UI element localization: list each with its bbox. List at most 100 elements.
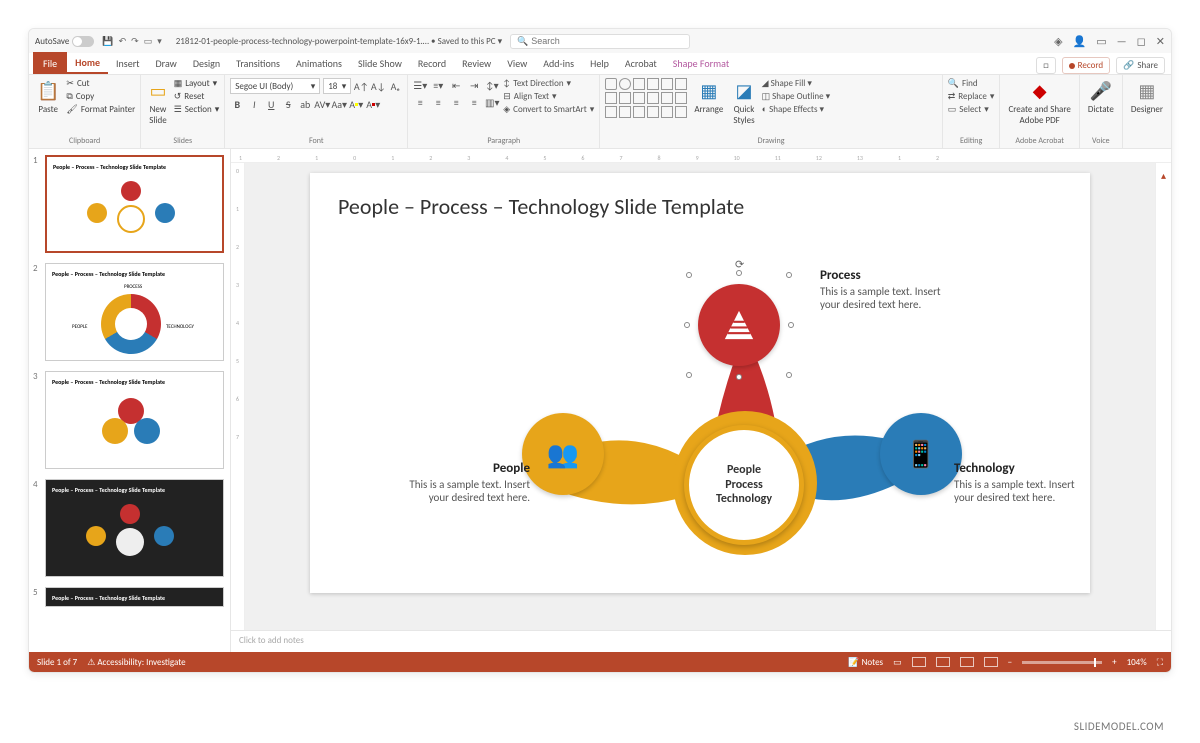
ribbon-display-icon[interactable]: ▭ [1096, 35, 1106, 48]
undo-icon[interactable]: ↶ [119, 36, 127, 47]
center-circle[interactable]: People Process Technology [684, 425, 804, 545]
selection-handle[interactable] [684, 322, 690, 328]
accessibility-status[interactable]: ⚠ Accessibility: Investigate [87, 657, 185, 668]
strike-button[interactable]: S [281, 97, 295, 111]
selection-handle[interactable] [786, 272, 792, 278]
tab-review[interactable]: Review [454, 52, 499, 74]
autosave-toggle[interactable]: AutoSave [35, 36, 94, 47]
bold-button[interactable]: B [230, 97, 244, 111]
tab-animations[interactable]: Animations [288, 52, 350, 74]
columns-button[interactable]: ▥▾ [485, 95, 499, 109]
search-box[interactable]: 🔍 [510, 34, 690, 49]
sorter-view-button[interactable] [936, 657, 950, 667]
font-color-button[interactable]: A▾ [366, 97, 380, 111]
selection-handle[interactable] [788, 322, 794, 328]
justify-button[interactable]: ≡ [467, 95, 481, 109]
fit-window-button[interactable]: ⛶ [1157, 657, 1163, 668]
slide-thumbnail-2[interactable]: 2 People – Process – Technology Slide Te… [35, 263, 224, 361]
section-button[interactable]: ☰ Section ▾ [174, 104, 220, 115]
adobe-pdf-button[interactable]: ◆Create and Share Adobe PDF [1005, 78, 1073, 128]
record-button[interactable]: Record [1062, 57, 1110, 74]
align-text-button[interactable]: ⊟ Align Text ▾ [503, 91, 594, 102]
redo-icon[interactable]: ↷ [131, 36, 139, 47]
decrease-font-button[interactable]: A↓ [371, 79, 385, 93]
tab-view[interactable]: View [499, 52, 535, 74]
select-button[interactable]: ▭ Select ▾ [948, 104, 995, 115]
line-spacing-button[interactable]: ↕▾ [485, 78, 499, 92]
shadow-button[interactable]: ab [298, 97, 312, 111]
find-button[interactable]: 🔍 Find [948, 78, 995, 89]
slide-editor[interactable]: People – Process – Technology Slide Temp… [245, 163, 1155, 630]
char-spacing-button[interactable]: AV▾ [315, 97, 329, 111]
tab-help[interactable]: Help [582, 52, 617, 74]
change-case-button[interactable]: Aa▾ [332, 97, 346, 111]
tab-slideshow[interactable]: Slide Show [350, 52, 410, 74]
tab-insert[interactable]: Insert [108, 52, 148, 74]
numbering-button[interactable]: ≡▾ [431, 78, 445, 92]
process-label-block[interactable]: Process This is a sample text. Insert yo… [820, 268, 950, 311]
maximize-button[interactable]: ◻ [1137, 35, 1146, 48]
account-icon[interactable]: 👤 [1073, 35, 1087, 48]
scroll-up-icon[interactable]: ▴ [1161, 169, 1166, 182]
tab-transitions[interactable]: Transitions [228, 52, 288, 74]
tab-home[interactable]: Home [67, 52, 108, 74]
comments-button[interactable]: □ [1036, 57, 1055, 74]
people-node[interactable]: 👥 [522, 413, 604, 495]
increase-font-button[interactable]: A↑ [354, 79, 368, 93]
tab-design[interactable]: Design [185, 52, 228, 74]
replace-button[interactable]: ⇄ Replace ▾ [948, 91, 995, 102]
indent-dec-button[interactable]: ⇤ [449, 78, 463, 92]
tab-acrobat[interactable]: Acrobat [617, 52, 665, 74]
selection-handle[interactable] [686, 372, 692, 378]
minimize-button[interactable]: — [1117, 35, 1127, 48]
font-size-select[interactable]: 18▾ [323, 78, 351, 94]
reset-button[interactable]: ↺ Reset [174, 91, 220, 102]
format-painter-button[interactable]: 🖌 Format Painter [66, 104, 135, 115]
slide-canvas[interactable]: People – Process – Technology Slide Temp… [310, 173, 1090, 593]
text-direction-button[interactable]: ↕ Text Direction ▾ [503, 78, 594, 89]
slide-indicator[interactable]: Slide 1 of 7 [37, 657, 77, 668]
tab-shape-format[interactable]: Shape Format [665, 52, 737, 74]
slide-thumbnail-4[interactable]: 4 People – Process – Technology Slide Te… [35, 479, 224, 577]
notes-toggle[interactable]: 📝 Notes [848, 657, 883, 668]
arrange-button[interactable]: ▦Arrange [691, 78, 726, 117]
reading-view-button[interactable] [960, 657, 974, 667]
tab-addins[interactable]: Add-ins [535, 52, 582, 74]
file-tab[interactable]: File [33, 52, 67, 74]
paste-button[interactable]: 📋 Paste [34, 78, 62, 117]
tab-record[interactable]: Record [410, 52, 454, 74]
slideshow-view-button[interactable] [984, 657, 998, 667]
display-settings-button[interactable]: ▭ [893, 657, 902, 668]
zoom-out-button[interactable]: − [1008, 657, 1012, 668]
selection-handle[interactable] [686, 272, 692, 278]
search-input[interactable] [531, 36, 671, 46]
highlight-button[interactable]: A▾ [349, 97, 363, 111]
bullets-button[interactable]: ☰▾ [413, 78, 427, 92]
technology-node[interactable]: 📱 [880, 413, 962, 495]
dictate-button[interactable]: 🎤Dictate [1085, 78, 1117, 117]
slide-title[interactable]: People – Process – Technology Slide Temp… [338, 193, 1062, 220]
align-right-button[interactable]: ≡ [449, 95, 463, 109]
zoom-in-button[interactable]: + [1112, 657, 1116, 668]
selection-handle[interactable] [786, 372, 792, 378]
copy-button[interactable]: ⧉ Copy [66, 91, 135, 102]
right-scroll-strip[interactable]: ▴ [1155, 163, 1171, 630]
align-left-button[interactable]: ≡ [413, 95, 427, 109]
align-center-button[interactable]: ≡ [431, 95, 445, 109]
convert-smartart-button[interactable]: ◈ Convert to SmartArt ▾ [503, 104, 594, 115]
designer-button[interactable]: ▦Designer [1128, 78, 1166, 117]
clear-format-button[interactable]: Aₑ [388, 79, 402, 93]
save-icon[interactable]: 💾 [102, 36, 113, 47]
font-name-select[interactable]: Segoe UI (Body)▾ [230, 78, 320, 94]
slide-thumbnail-3[interactable]: 3 People – Process – Technology Slide Te… [35, 371, 224, 469]
normal-view-button[interactable] [912, 657, 926, 667]
close-button[interactable]: ✕ [1156, 35, 1165, 48]
zoom-level[interactable]: 104% [1127, 657, 1147, 668]
slide-thumbnail-5[interactable]: 5 People – Process – Technology Slide Te… [35, 587, 224, 607]
start-slideshow-icon[interactable]: ▭ [144, 36, 153, 47]
indent-inc-button[interactable]: ⇥ [467, 78, 481, 92]
cut-button[interactable]: ✂ Cut [66, 78, 135, 89]
shape-outline-button[interactable]: ◫ Shape Outline ▾ [762, 91, 831, 102]
italic-button[interactable]: I [247, 97, 261, 111]
underline-button[interactable]: U [264, 97, 278, 111]
